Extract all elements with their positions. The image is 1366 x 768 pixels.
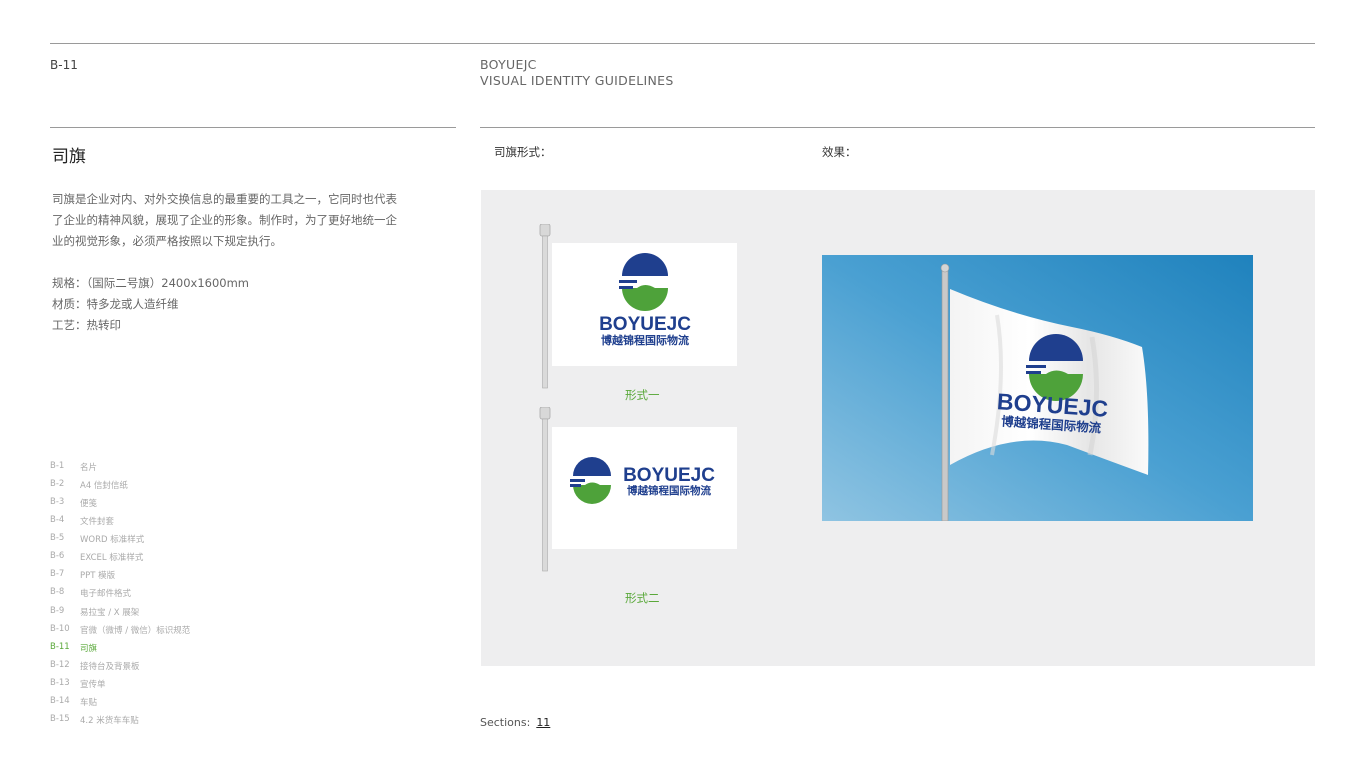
flag-effect-photo: BOYUEJC 博越锦程国际物流 — [822, 255, 1253, 521]
description-line: 了企业的精神风貌，展现了企业的形象。制作时，为了更好地统一企 — [52, 213, 397, 227]
left-section-rule — [50, 127, 456, 128]
flagpole-icon — [539, 407, 551, 572]
toc-item-name: 文件封套 — [80, 517, 115, 528]
toc-item-code: B-7 — [50, 569, 65, 580]
flag-form-label: 司旗形式： — [494, 145, 552, 159]
toc-item-name: 司旗 — [80, 643, 98, 654]
toc-item-name: EXCEL 标准样式 — [80, 553, 144, 564]
toc-item-code: B-13 — [50, 677, 70, 688]
toc-item-name: PPT 模版 — [80, 571, 116, 582]
company-logo: BOYUEJC 博越锦程国际物流 — [570, 457, 715, 504]
toc-item-code: B-11 — [50, 641, 70, 652]
toc-item-name: 便笺 — [80, 499, 98, 510]
toc-item-name: A4 信封信纸 — [80, 481, 128, 492]
toc-item-code: B-9 — [50, 605, 65, 616]
guidelines-subtitle: VISUAL IDENTITY GUIDELINES — [480, 73, 674, 88]
toc-item-code: B-4 — [50, 515, 65, 526]
toc-item-name: WORD 标准样式 — [80, 535, 145, 546]
top-rule — [50, 43, 1315, 44]
company-logo: BOYUEJC 博越锦程国际物流 — [599, 253, 691, 347]
toc-item-name: 易拉宝 / X 展架 — [80, 607, 140, 618]
sections-indicator: Sections: 11 — [480, 716, 550, 729]
toc-item-name: 电子邮件格式 — [80, 589, 132, 600]
spec-size: 规格：（国际二号旗）2400x1600mm — [52, 276, 249, 290]
toc-item-name: 名片 — [80, 463, 98, 473]
toc-item-code: B-1 — [50, 461, 65, 471]
sections-label: Sections: — [480, 716, 531, 729]
toc-item-name: 官微（微博 / 微信）标识规范 — [80, 625, 191, 636]
toc-item-code: B-10 — [50, 623, 70, 634]
description-line: 司旗是企业对内、对外交换信息的最重要的工具之一，它同时也代表 — [52, 192, 397, 206]
toc-item-code: B-5 — [50, 533, 65, 544]
spec-material: 材质：特多龙或人造纤维 — [52, 297, 179, 311]
flag-form-two-caption: 形式二 — [625, 591, 660, 605]
toc-item-code: B-2 — [50, 479, 65, 490]
description-line: 业的视觉形象，必须严格按照以下规定执行。 — [52, 234, 282, 248]
toc-item-name: 车贴 — [80, 697, 98, 708]
spec-process: 工艺：热转印 — [52, 318, 121, 332]
flagpole-icon — [539, 224, 551, 389]
toc-item-name: 4.2 米货车车贴 — [80, 715, 139, 726]
logo-wordmark: BOYUEJC — [599, 314, 691, 335]
toc-item-code: B-8 — [50, 587, 65, 598]
toc-item-code: B-3 — [50, 497, 65, 508]
logo-wordmark: BOYUEJC — [623, 465, 715, 486]
sections-number[interactable]: 11 — [536, 716, 550, 729]
right-section-rule — [480, 127, 1315, 128]
toc-item-name: 接待台及背景板 — [80, 661, 140, 672]
page-code: B-11 — [50, 58, 78, 72]
flag-form-two: BOYUEJC 博越锦程国际物流 — [552, 427, 737, 549]
toc-item-code: B-15 — [50, 713, 70, 724]
effect-label: 效果： — [822, 145, 857, 159]
flag-form-one-caption: 形式一 — [625, 388, 660, 402]
section-title: 司旗 — [52, 147, 86, 167]
toc-item-code: B-12 — [50, 659, 70, 670]
logo-chinese-name: 博越锦程国际物流 — [627, 484, 711, 497]
brand-name: BOYUEJC — [480, 57, 537, 72]
logo-chinese-name: 博越锦程国际物流 — [601, 333, 689, 347]
flag-form-one: BOYUEJC 博越锦程国际物流 — [552, 243, 737, 366]
toc-item-code: B-14 — [50, 695, 70, 706]
toc-item-code: B-6 — [50, 551, 65, 562]
toc-item-name: 宣传单 — [80, 679, 106, 690]
